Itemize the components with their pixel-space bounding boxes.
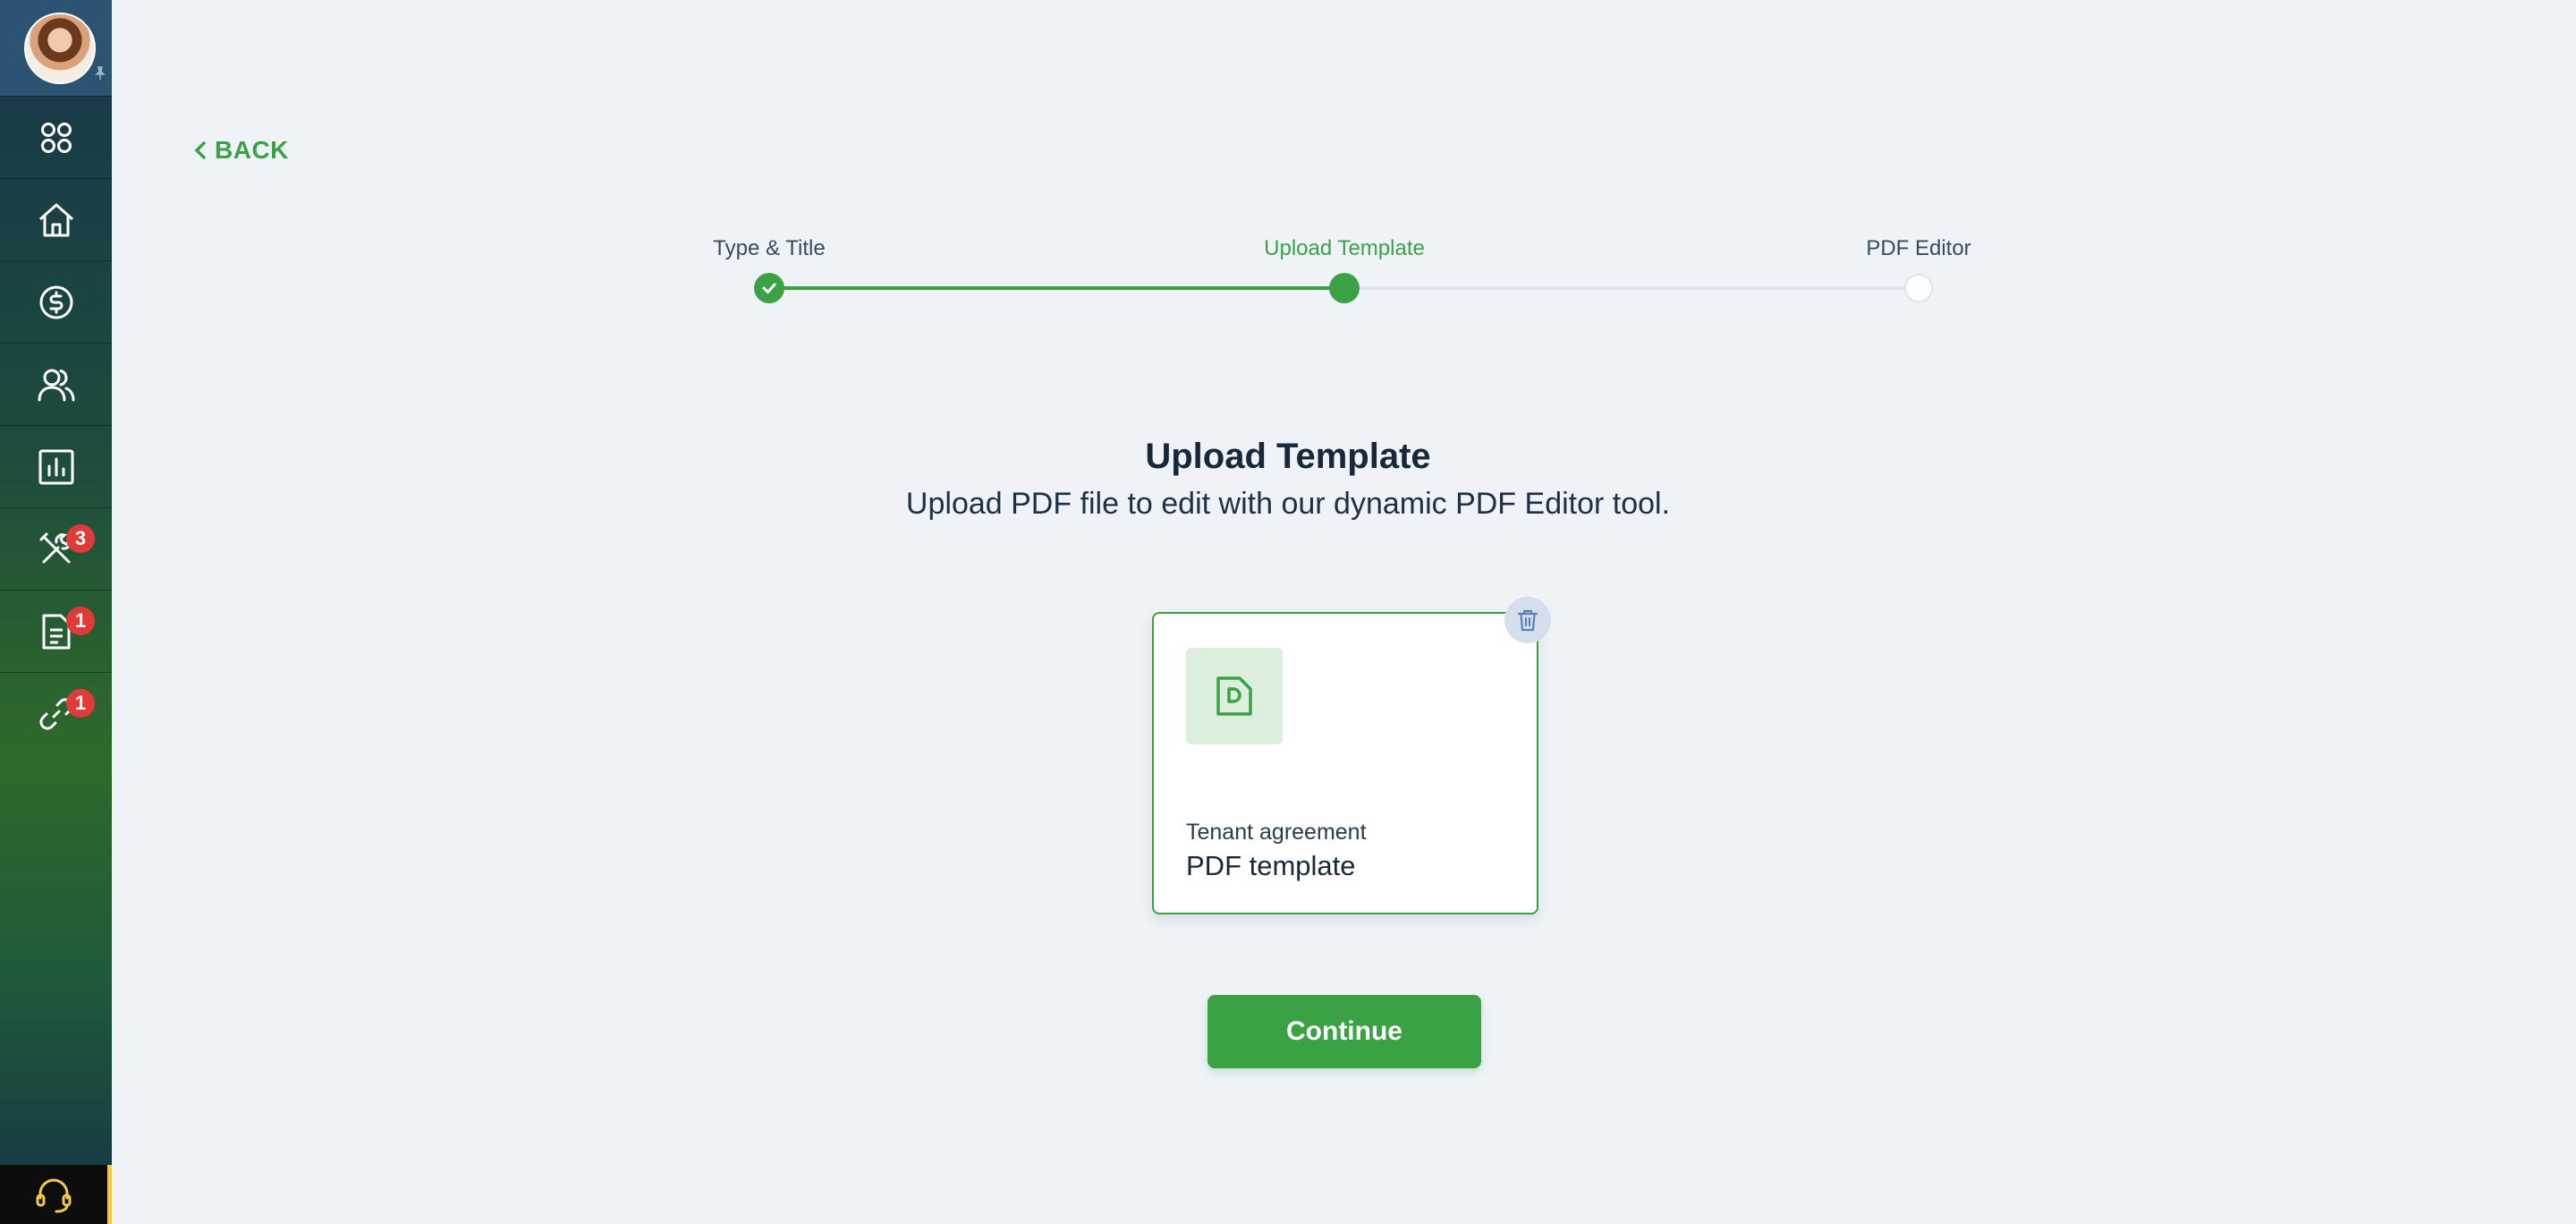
page-title: Upload Template xyxy=(1145,437,1431,476)
stepper-track-remaining xyxy=(1344,286,1919,290)
headset-icon xyxy=(36,1178,72,1213)
page-subtitle: Upload PDF file to edit with our dynamic… xyxy=(905,487,1671,521)
chevron-left-icon xyxy=(194,141,206,159)
pdf-file-icon xyxy=(1216,676,1252,716)
maintenance-badge: 3 xyxy=(66,524,95,553)
stepper-track-complete xyxy=(769,286,1344,290)
continue-button[interactable]: Continue xyxy=(1208,995,1481,1068)
delete-file-button[interactable] xyxy=(1504,597,1551,643)
sidebar-item-links[interactable]: 1 xyxy=(0,672,112,754)
sidebar-item-documents[interactable]: 1 xyxy=(0,590,112,672)
sidebar-item-finance[interactable] xyxy=(0,260,112,343)
dollar-icon xyxy=(39,285,72,319)
check-icon xyxy=(762,283,776,293)
sidebar: 3 1 1 xyxy=(0,0,112,1224)
file-icon-box xyxy=(1186,648,1283,744)
step-label-upload-template: Upload Template xyxy=(1264,236,1425,260)
uploaded-file-card[interactable]: Tenant agreement PDF template xyxy=(1152,612,1538,914)
step-dot-current[interactable] xyxy=(1329,273,1360,303)
support-button[interactable] xyxy=(0,1165,112,1224)
step-label-type-title: Type & Title xyxy=(713,236,826,260)
documents-badge: 1 xyxy=(66,607,95,635)
users-icon xyxy=(38,369,74,401)
sidebar-item-people[interactable] xyxy=(0,343,112,425)
avatar[interactable] xyxy=(24,13,96,84)
apps-grid-icon xyxy=(40,122,72,153)
sidebar-item-home[interactable] xyxy=(0,178,112,260)
links-badge: 1 xyxy=(66,689,95,718)
avatar-container[interactable] xyxy=(0,0,112,96)
file-category: Tenant agreement xyxy=(1186,820,1367,845)
pin-icon[interactable] xyxy=(93,66,107,81)
step-dot-todo xyxy=(1904,274,1933,302)
home-icon xyxy=(38,203,73,236)
file-name: PDF template xyxy=(1186,850,1356,881)
step-label-pdf-editor: PDF Editor xyxy=(1866,236,1971,260)
trash-icon xyxy=(1517,609,1538,632)
sidebar-item-apps[interactable] xyxy=(0,96,112,178)
back-link[interactable]: BACK xyxy=(193,134,289,166)
step-dot-done[interactable] xyxy=(754,273,784,303)
back-label: BACK xyxy=(215,136,289,164)
